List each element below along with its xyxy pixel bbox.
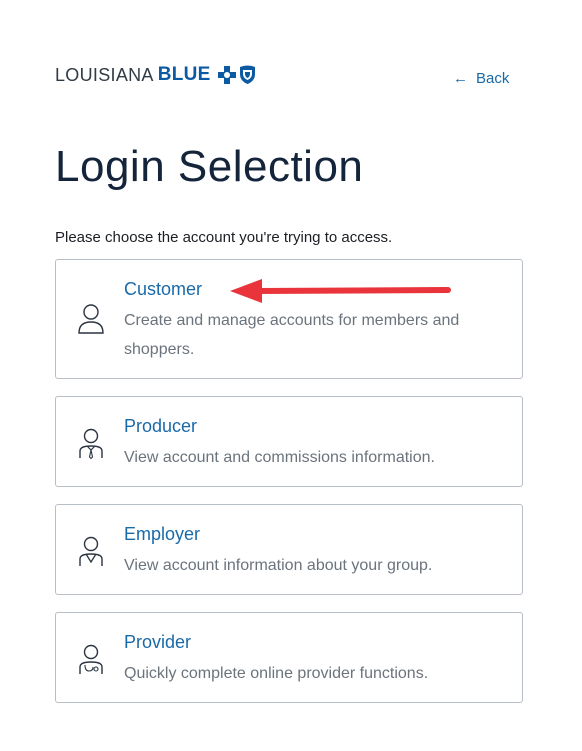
shield-icon	[239, 65, 255, 84]
account-option-provider[interactable]: Provider Quickly complete online provide…	[55, 612, 523, 703]
logo-text-blue: BLUE	[157, 64, 211, 85]
card-description-provider: Quickly complete online provider functio…	[124, 665, 429, 682]
back-label: Back	[476, 70, 510, 87]
page-title: Login Selection	[55, 142, 364, 191]
account-option-producer[interactable]: Producer View account and commissions in…	[55, 396, 523, 487]
card-description-employer: View account information about your grou…	[124, 557, 433, 574]
person-vneck-icon	[79, 536, 103, 566]
person-icon	[78, 304, 104, 334]
card-title-producer: Producer	[124, 416, 198, 436]
annotation-arrow-icon	[230, 279, 451, 303]
card-title-employer: Employer	[124, 524, 201, 544]
logo-marks	[217, 65, 256, 85]
card-title-provider: Provider	[124, 632, 192, 652]
back-link[interactable]: ← Back	[453, 70, 509, 87]
logo-text-louisiana: LOUISIANA	[55, 64, 154, 85]
instruction-text: Please choose the account you're trying …	[55, 229, 393, 246]
login-selection-page: LOUISIANA BLUE ← Back Login Selection Pl…	[0, 0, 582, 751]
arrow-left-icon: ←	[453, 70, 468, 87]
card-description-producer: View account and commissions information…	[124, 449, 435, 466]
card-title-customer: Customer	[124, 279, 203, 299]
account-option-employer[interactable]: Employer View account information about …	[55, 504, 523, 595]
card-description-customer: Create and manage accounts for members a…	[124, 312, 460, 358]
person-tie-icon	[79, 428, 103, 460]
cross-icon	[217, 66, 236, 84]
person-stethoscope-icon	[79, 644, 103, 674]
louisiana-blue-logo[interactable]: LOUISIANA BLUE	[55, 62, 256, 88]
